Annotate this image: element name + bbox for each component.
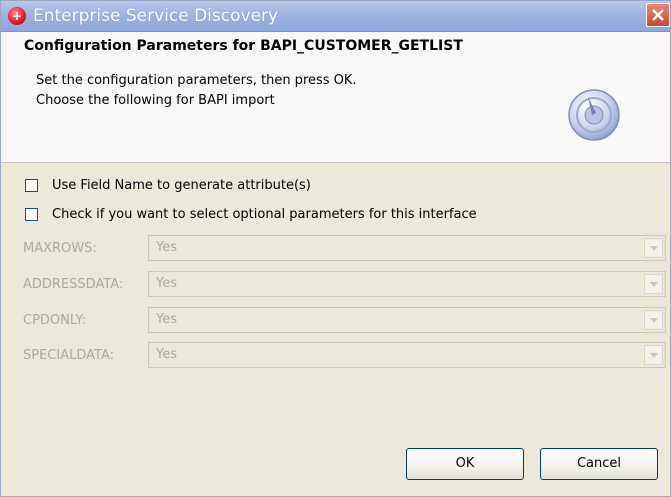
banner-description-2: Choose the following for BAPI import [36, 93, 275, 108]
addressdata-select[interactable]: Yes [148, 271, 666, 297]
dialog-window: + Enterprise Service Discovery Configura… [0, 0, 671, 497]
optional-params-checkbox[interactable] [25, 208, 38, 221]
page-title: Configuration Parameters for BAPI_CUSTOM… [24, 38, 463, 54]
close-icon [652, 9, 664, 21]
cpdonly-value: Yes [156, 312, 177, 327]
specialdata-value: Yes [156, 347, 177, 362]
cpdonly-label: CPDONLY: [23, 313, 86, 328]
cpdonly-select[interactable]: Yes [148, 307, 666, 333]
close-button[interactable] [646, 3, 670, 27]
maxrows-label: MAXROWS: [23, 241, 97, 256]
chevron-down-icon [650, 353, 658, 358]
discovery-wizard-icon [568, 89, 620, 141]
maxrows-select[interactable]: Yes [148, 235, 666, 261]
specialdata-label: SPECIALDATA: [23, 348, 114, 363]
maxrows-dropdown-button[interactable] [644, 238, 663, 258]
specialdata-select[interactable]: Yes [148, 342, 666, 368]
title-bar[interactable]: + Enterprise Service Discovery [1, 1, 670, 32]
cpdonly-dropdown-button[interactable] [644, 310, 663, 330]
addressdata-value: Yes [156, 276, 177, 291]
use-field-name-checkbox[interactable] [25, 179, 38, 192]
optional-params-label: Check if you want to select optional par… [52, 207, 477, 222]
maxrows-value: Yes [156, 240, 177, 255]
use-field-name-option[interactable]: Use Field Name to generate attribute(s) [25, 178, 425, 196]
addressdata-dropdown-button[interactable] [644, 274, 663, 294]
chevron-down-icon [650, 318, 658, 323]
specialdata-dropdown-button[interactable] [644, 345, 663, 365]
app-icon: + [8, 7, 26, 25]
chevron-down-icon [650, 246, 658, 251]
ok-button[interactable]: OK [406, 448, 524, 480]
banner-description-1: Set the configuration parameters, then p… [36, 73, 357, 88]
chevron-down-icon [650, 282, 658, 287]
use-field-name-label: Use Field Name to generate attribute(s) [52, 178, 311, 193]
cancel-button[interactable]: Cancel [540, 448, 658, 480]
addressdata-label: ADDRESSDATA: [23, 277, 124, 292]
window-title: Enterprise Service Discovery [33, 6, 279, 26]
optional-params-option[interactable]: Check if you want to select optional par… [25, 207, 585, 225]
